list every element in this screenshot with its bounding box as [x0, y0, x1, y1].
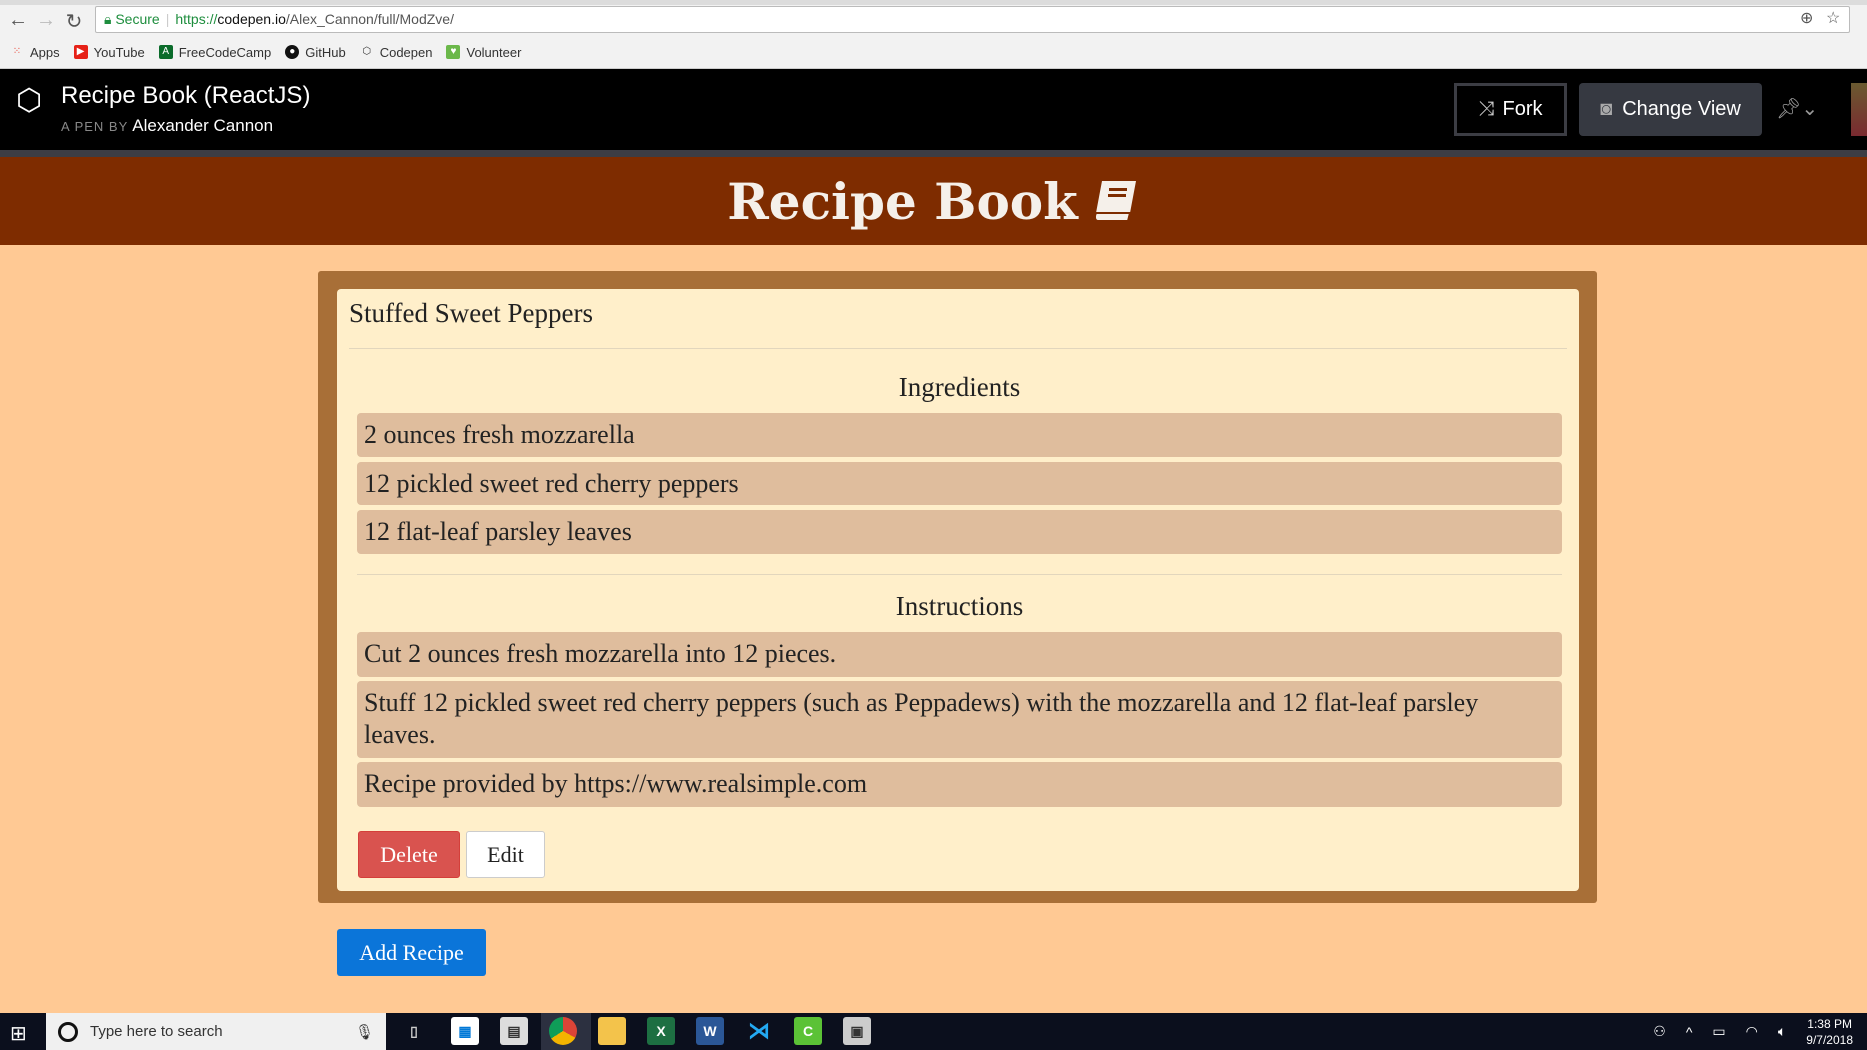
reload-button[interactable]: ↻: [62, 9, 86, 34]
bookmark-freecodecamp[interactable]: A FreeCodeCamp: [158, 45, 271, 60]
zoom-icon[interactable]: ⊕: [1800, 8, 1813, 28]
apps-grid-icon: ⁙: [12, 46, 22, 57]
divider: [0, 150, 1867, 157]
bookmark-youtube[interactable]: ▶ YouTube: [73, 45, 145, 60]
divider: [349, 348, 1567, 349]
change-view-button[interactable]: ◙ Change View: [1579, 83, 1762, 136]
ingredient-item: 12 flat-leaf parsley leaves: [357, 510, 1562, 554]
word-icon[interactable]: W: [696, 1017, 724, 1045]
tab-strip: [0, 0, 1867, 5]
book-icon: [1093, 181, 1136, 222]
people-icon[interactable]: ⚇: [1653, 1023, 1666, 1040]
pin-icon[interactable]: 📌︎⌄: [1776, 96, 1818, 121]
bookmark-star-icon[interactable]: ☆: [1826, 8, 1840, 28]
taskbar-search[interactable]: Type here to search 🎙︎: [46, 1013, 386, 1050]
pen-title: Recipe Book (ReactJS): [61, 82, 311, 109]
chrome-icon[interactable]: [549, 1017, 577, 1045]
system-tray: ⚇ ^ ▭ ◠ 🔈︎ 1:38 PM 9/7/2018: [1653, 1013, 1853, 1050]
address-bar[interactable]: 🔒︎ Secure | https://codepen.io/Alex_Cannon…: [95, 6, 1850, 33]
divider: [357, 574, 1562, 575]
edit-button[interactable]: Edit: [466, 831, 545, 878]
author-link[interactable]: Alexander Cannon: [132, 116, 273, 135]
wifi-icon[interactable]: ◠: [1746, 1023, 1758, 1040]
instructions-heading: Instructions: [895, 591, 1024, 621]
file-explorer-icon[interactable]: [598, 1017, 626, 1045]
add-recipe-button[interactable]: Add Recipe: [337, 929, 486, 976]
bookmark-codepen[interactable]: ⬡ Codepen: [360, 45, 432, 60]
cortana-icon: [58, 1021, 78, 1042]
task-view-icon[interactable]: ▯: [400, 1017, 428, 1045]
fork-icon: ⤨: [1478, 98, 1495, 120]
codepen-logo-icon[interactable]: ⬡: [16, 83, 42, 118]
freecodecamp-icon: A: [158, 45, 173, 59]
instruction-item: Recipe provided by https://www.realsimpl…: [357, 762, 1562, 807]
battery-icon[interactable]: ▭: [1712, 1023, 1725, 1040]
ingredient-item: 12 pickled sweet red cherry peppers: [357, 462, 1562, 505]
delete-button[interactable]: Delete: [358, 831, 460, 878]
instruction-item: Stuff 12 pickled sweet red cherry pepper…: [357, 681, 1562, 758]
excel-icon[interactable]: X: [647, 1017, 675, 1045]
ingredient-item: 2 ounces fresh mozzarella: [357, 413, 1562, 457]
avatar[interactable]: [1851, 83, 1867, 136]
bookmarks-bar: ⁙ Apps ▶ YouTube A FreeCodeCamp ● GitHub ⬡ Co…: [10, 42, 522, 62]
clock[interactable]: 1:38 PM 9/7/2018: [1806, 1016, 1853, 1048]
app-icon[interactable]: ▣: [843, 1017, 871, 1045]
volunteer-icon: ♥: [446, 45, 461, 59]
bookmark-github[interactable]: ● GitHub: [285, 45, 346, 60]
microphone-icon[interactable]: 🎙︎: [355, 1023, 374, 1041]
windows-start-icon[interactable]: ⊞: [10, 1021, 27, 1046]
instruction-item: Cut 2 ounces fresh mozzarella into 12 pi…: [357, 632, 1562, 677]
eye-icon: ◙: [1600, 98, 1613, 120]
forward-button[interactable]: →: [34, 9, 58, 32]
bookmark-volunteer[interactable]: ♥ Volunteer: [446, 45, 521, 60]
back-button[interactable]: ←: [6, 9, 30, 32]
store-icon[interactable]: ▦: [451, 1017, 479, 1045]
url-text: https://codepen.io/Alex_Cannon/full/ModZ…: [175, 11, 454, 27]
app-header: Recipe Book: [0, 157, 1867, 245]
codepen-header: ⬡ Recipe Book (ReactJS) A PEN BY Alexande…: [0, 69, 1867, 150]
app-title: Recipe Book: [727, 171, 1078, 231]
volume-icon[interactable]: 🔈︎: [1778, 1023, 1786, 1040]
codepen-icon: ⬡: [362, 46, 372, 57]
github-icon: ●: [285, 45, 300, 59]
lock-icon: 🔒︎: [104, 11, 112, 27]
bookmark-apps[interactable]: ⁙ Apps: [10, 45, 60, 60]
recipe-title[interactable]: Stuffed Sweet Peppers: [349, 298, 593, 329]
taskbar: ⊞ Type here to search 🎙︎ ▯ ▦ ▤ X W ⋊ C ▣ …: [0, 1013, 1867, 1050]
youtube-icon: ▶: [73, 45, 88, 59]
fork-button[interactable]: ⤨ Fork: [1454, 83, 1567, 136]
ingredients-heading: Ingredients: [898, 372, 1021, 402]
chevron-up-icon[interactable]: ^: [1686, 1024, 1693, 1040]
calculator-icon[interactable]: ▤: [500, 1017, 528, 1045]
secure-label: Secure: [115, 11, 160, 27]
pen-author: A PEN BY Alexander Cannon: [61, 116, 274, 135]
camtasia-icon[interactable]: C: [794, 1017, 822, 1045]
vscode-icon[interactable]: ⋊: [745, 1017, 773, 1045]
